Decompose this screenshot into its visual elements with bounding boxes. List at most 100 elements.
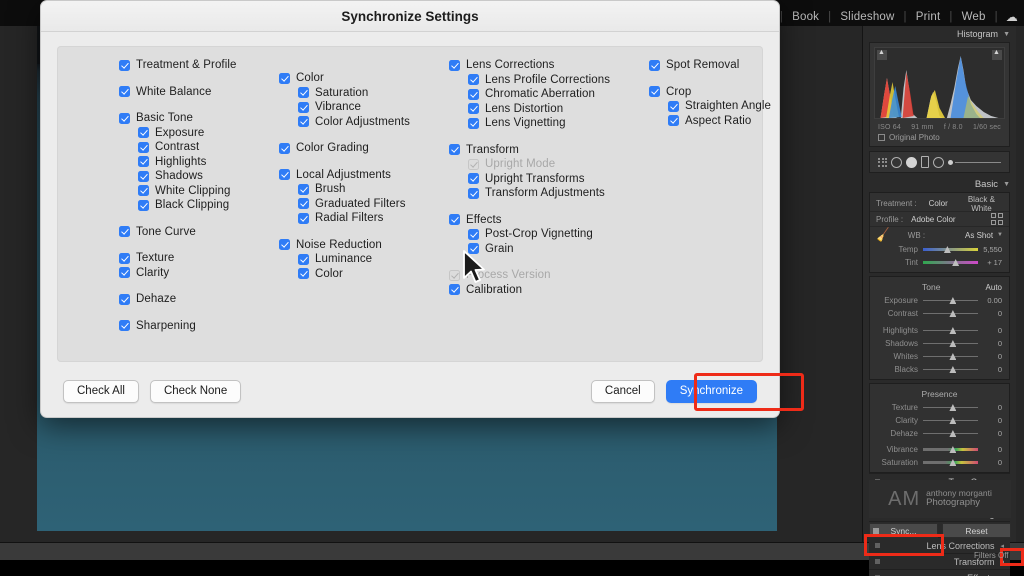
- checkbox-row-contrast[interactable]: Contrast: [119, 140, 237, 155]
- checkbox-row-white-balance[interactable]: White Balance: [119, 85, 237, 100]
- treatment-color-option[interactable]: Color: [917, 199, 960, 208]
- original-photo-toggle[interactable]: Original Photo: [870, 131, 1009, 146]
- checkbox-icon[interactable]: [279, 239, 290, 251]
- checkbox-icon[interactable]: [298, 116, 309, 128]
- checkbox-icon[interactable]: [468, 103, 479, 115]
- checkbox-icon[interactable]: [279, 142, 290, 154]
- checkbox-icon[interactable]: [119, 86, 130, 98]
- checkbox-row-transform-adjustments[interactable]: Transform Adjustments: [449, 186, 610, 201]
- checkbox-icon[interactable]: [449, 214, 460, 226]
- check-all-button[interactable]: Check All: [63, 379, 139, 403]
- whites-slider-track[interactable]: [923, 351, 978, 362]
- checkbox-icon[interactable]: [668, 100, 679, 112]
- vibrance-slider-row[interactable]: Vibrance 0: [870, 443, 1009, 456]
- checkbox-icon[interactable]: [298, 253, 309, 265]
- blacks-slider-row[interactable]: Blacks 0: [870, 363, 1009, 376]
- checkbox-row-brush[interactable]: Brush: [279, 182, 410, 197]
- chevron-down-icon[interactable]: ▼: [997, 232, 1003, 238]
- tint-slider-row[interactable]: Tint + 17: [870, 256, 1009, 269]
- checkbox-row-highlights[interactable]: Highlights: [119, 155, 237, 170]
- profile-browser-icon[interactable]: [991, 213, 1003, 225]
- checkbox-row-calibration[interactable]: Calibration: [449, 283, 610, 298]
- exposure-slider-track[interactable]: [923, 295, 978, 306]
- checkbox-icon[interactable]: [279, 169, 290, 181]
- checkbox-row-lens-profile-corrections[interactable]: Lens Profile Corrections: [449, 73, 610, 88]
- histogram-graph[interactable]: [874, 47, 1005, 119]
- profile-row[interactable]: Profile : Adobe Color: [870, 211, 1009, 226]
- checkbox-row-upright-transforms[interactable]: Upright Transforms: [449, 172, 610, 187]
- module-slideshow[interactable]: Slideshow: [831, 11, 903, 23]
- exposure-slider-row[interactable]: Exposure 0.00: [870, 294, 1009, 307]
- checkbox-row-treatment-profile[interactable]: Treatment & Profile: [119, 58, 237, 73]
- checkbox-row-lens-distortion[interactable]: Lens Distortion: [449, 102, 610, 117]
- checkbox-row-post-crop-vignetting[interactable]: Post-Crop Vignetting: [449, 227, 610, 242]
- checkbox-icon[interactable]: [119, 112, 130, 124]
- checkbox-row-straighten-angle[interactable]: Straighten Angle: [649, 99, 771, 114]
- checkbox-icon[interactable]: [119, 267, 130, 279]
- contrast-slider-track[interactable]: [923, 308, 978, 319]
- checkbox-icon[interactable]: [878, 134, 885, 141]
- highlights-slider-row[interactable]: Highlights 0: [870, 324, 1009, 337]
- checkbox-row-color[interactable]: Color: [279, 71, 410, 86]
- checkbox-icon[interactable]: [468, 243, 479, 255]
- checkbox-row-color-adjustments[interactable]: Color Adjustments: [279, 115, 410, 130]
- checkbox-icon[interactable]: [298, 212, 309, 224]
- redeye-tool-icon[interactable]: [906, 156, 917, 168]
- shadows-slider-row[interactable]: Shadows 0: [870, 337, 1009, 350]
- white-balance-row[interactable]: 🧹 WB : As Shot ▼: [870, 226, 1009, 243]
- checkbox-row-local-adjustments[interactable]: Local Adjustments: [279, 168, 410, 183]
- blacks-slider-track[interactable]: [923, 364, 978, 375]
- checkbox-icon[interactable]: [119, 320, 130, 332]
- highlights-slider-track[interactable]: [923, 325, 978, 336]
- checkbox-row-crop[interactable]: Crop: [649, 85, 771, 100]
- checkbox-icon[interactable]: [138, 156, 149, 168]
- temp-slider-row[interactable]: Temp 5,550: [870, 243, 1009, 256]
- cloud-icon[interactable]: ☁: [1006, 10, 1018, 24]
- chevron-down-icon[interactable]: ▼: [1003, 181, 1010, 188]
- checkbox-icon[interactable]: [279, 72, 290, 84]
- checkbox-row-sharpening[interactable]: Sharpening: [119, 319, 237, 334]
- checkbox-icon[interactable]: [138, 185, 149, 197]
- checkbox-row-color[interactable]: Color: [279, 267, 410, 282]
- checkbox-icon[interactable]: [138, 199, 149, 211]
- graduated-filter-icon[interactable]: [921, 156, 929, 168]
- dehaze-slider-track[interactable]: [923, 428, 978, 439]
- chevron-down-icon[interactable]: ▼: [1003, 31, 1010, 38]
- checkbox-icon[interactable]: [468, 228, 479, 240]
- synchronize-button[interactable]: Synchronize: [665, 379, 757, 403]
- checkbox-row-lens-corrections[interactable]: Lens Corrections: [449, 58, 610, 73]
- temp-slider-track[interactable]: [923, 244, 978, 255]
- checkbox-icon[interactable]: [449, 59, 460, 71]
- checkbox-icon[interactable]: [298, 268, 309, 280]
- checkbox-icon[interactable]: [649, 59, 660, 71]
- basic-panel-header[interactable]: Basic ▼: [863, 176, 1016, 192]
- checkbox-row-saturation[interactable]: Saturation: [279, 86, 410, 101]
- checkbox-icon[interactable]: [468, 173, 479, 185]
- reset-button[interactable]: Reset: [942, 523, 1011, 538]
- treatment-bw-option[interactable]: Black & White: [960, 195, 1003, 213]
- checkbox-row-transform[interactable]: Transform: [449, 143, 610, 158]
- module-print[interactable]: Print: [907, 11, 950, 23]
- saturation-slider-track[interactable]: [923, 457, 978, 468]
- chevron-left-icon[interactable]: ◂: [1000, 542, 1004, 550]
- checkbox-row-white-clipping[interactable]: White Clipping: [119, 184, 237, 199]
- checkbox-icon[interactable]: [468, 74, 479, 86]
- clarity-slider-row[interactable]: Clarity 0: [870, 414, 1009, 427]
- checkbox-row-spot-removal[interactable]: Spot Removal: [649, 58, 771, 73]
- checkbox-icon[interactable]: [468, 117, 479, 129]
- checkbox-row-exposure[interactable]: Exposure: [119, 126, 237, 141]
- checkbox-row-clarity[interactable]: Clarity: [119, 266, 237, 281]
- sync-mode-icon[interactable]: [873, 528, 879, 534]
- module-book[interactable]: Book: [783, 11, 828, 23]
- checkbox-icon[interactable]: [119, 226, 130, 238]
- tint-slider-track[interactable]: [923, 257, 978, 268]
- tone-auto-button[interactable]: Auto: [986, 283, 1002, 292]
- clarity-slider-track[interactable]: [923, 415, 978, 426]
- wb-value[interactable]: As Shot: [942, 231, 993, 240]
- texture-slider-track[interactable]: [923, 402, 978, 413]
- checkbox-icon[interactable]: [468, 88, 479, 100]
- checkbox-icon[interactable]: [449, 284, 460, 296]
- checkbox-row-shadows[interactable]: Shadows: [119, 169, 237, 184]
- checkbox-icon[interactable]: [119, 59, 130, 71]
- checkbox-icon[interactable]: [298, 101, 309, 113]
